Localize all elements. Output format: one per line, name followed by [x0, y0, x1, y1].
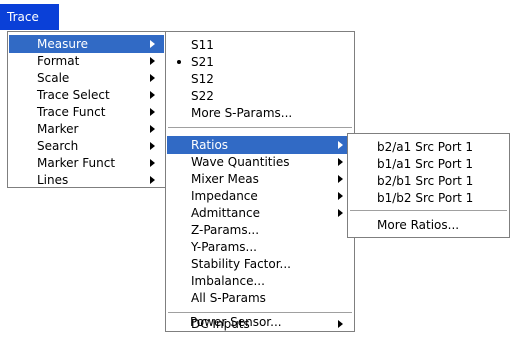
- menu-item-mixer-meas[interactable]: Mixer Meas: [167, 170, 353, 188]
- menu-item-label: b1/b2 Src Port 1: [377, 191, 474, 205]
- ratios-submenu: b2/a1 Src Port 1 b1/a1 Src Port 1 b2/b1 …: [347, 133, 510, 238]
- menubar-trace[interactable]: Trace: [0, 4, 59, 30]
- menu-item-label: Power Sensor...: [190, 315, 282, 329]
- menu-item-label: Y-Params...: [191, 240, 257, 254]
- submenu-arrow-icon: [150, 125, 155, 133]
- menu-item-label: Impedance: [191, 189, 258, 203]
- menu-item-label: Marker: [37, 122, 79, 136]
- menu-item-s11[interactable]: S11: [167, 36, 353, 54]
- menu-item-label: b2/a1 Src Port 1: [377, 140, 474, 154]
- menu-item-scale[interactable]: Scale: [9, 69, 164, 87]
- menu-item-z-params[interactable]: Z-Params...: [167, 221, 353, 239]
- menu-item-format[interactable]: Format: [9, 52, 164, 70]
- screen: Trace Measure Format Scale Trace Select …: [0, 0, 527, 356]
- measure-submenu: S11 S21 S12 S22 More S-Params... Ratios …: [165, 31, 355, 332]
- submenu-arrow-icon: [338, 192, 343, 200]
- menu-item-trace-select[interactable]: Trace Select: [9, 86, 164, 104]
- menu-item-b2-b1[interactable]: b2/b1 Src Port 1: [349, 172, 508, 190]
- menu-item-label: More Ratios...: [377, 218, 460, 232]
- submenu-arrow-icon: [338, 141, 343, 149]
- submenu-arrow-icon: [338, 158, 343, 166]
- menu-item-label: b1/a1 Src Port 1: [377, 157, 474, 171]
- submenu-arrow-icon: [150, 176, 155, 184]
- menu-item-marker-funct[interactable]: Marker Funct: [9, 154, 164, 172]
- submenu-arrow-icon: [150, 142, 155, 150]
- submenu-arrow-icon: [338, 209, 343, 217]
- menu-item-imbalance[interactable]: Imbalance...: [167, 272, 353, 290]
- menu-item-label: Ratios: [191, 138, 229, 152]
- menu-item-s12[interactable]: S12: [167, 70, 353, 88]
- menubar-trace-label: Trace: [7, 10, 39, 24]
- menu-item-marker[interactable]: Marker: [9, 120, 164, 138]
- trace-menu: Measure Format Scale Trace Select Trace …: [7, 31, 166, 188]
- menu-item-label: Trace Select: [37, 88, 110, 102]
- menu-item-label: S11: [191, 38, 214, 52]
- menu-item-label: Admittance: [191, 206, 260, 220]
- menu-item-more-ratios[interactable]: More Ratios...: [349, 216, 508, 234]
- submenu-arrow-icon: [150, 91, 155, 99]
- menu-item-b1-a1[interactable]: b1/a1 Src Port 1: [349, 155, 508, 173]
- menu-item-label: b2/b1 Src Port 1: [377, 174, 474, 188]
- menu-item-measure[interactable]: Measure: [9, 35, 164, 53]
- menu-item-label: S21: [191, 55, 214, 69]
- menu-item-label: Mixer Meas: [191, 172, 259, 186]
- menu-item-label: Scale: [37, 71, 70, 85]
- menu-item-stability-factor[interactable]: Stability Factor...: [167, 255, 353, 273]
- submenu-arrow-icon: [150, 57, 155, 65]
- checked-bullet-icon: [177, 60, 181, 64]
- menu-item-label: Trace Funct: [37, 105, 106, 119]
- menu-separator: [168, 127, 352, 128]
- menu-item-label: S12: [191, 72, 214, 86]
- menu-item-label: All S-Params: [191, 291, 266, 305]
- menu-item-label: Z-Params...: [191, 223, 260, 237]
- menu-item-label: Marker Funct: [37, 156, 116, 170]
- menu-item-impedance[interactable]: Impedance: [167, 187, 353, 205]
- menu-item-search[interactable]: Search: [9, 137, 164, 155]
- menu-item-label: More S-Params...: [191, 106, 293, 120]
- submenu-arrow-icon: [150, 40, 155, 48]
- menu-item-s22[interactable]: S22: [167, 87, 353, 105]
- menu-item-label: Wave Quantities: [191, 155, 290, 169]
- menu-item-label: Measure: [37, 37, 88, 51]
- menu-item-wave-quantities[interactable]: Wave Quantities: [167, 153, 353, 171]
- submenu-arrow-icon: [338, 175, 343, 183]
- submenu-arrow-icon: [150, 74, 155, 82]
- menu-item-label: Lines: [37, 173, 69, 187]
- menu-item-lines[interactable]: Lines: [9, 171, 164, 189]
- menu-item-label: Format: [37, 54, 80, 68]
- menu-separator: [350, 210, 507, 211]
- submenu-arrow-icon: [150, 159, 155, 167]
- menu-item-all-s-params[interactable]: All S-Params: [167, 289, 353, 307]
- submenu-arrow-icon: [150, 108, 155, 116]
- menu-item-b1-b2[interactable]: b1/b2 Src Port 1: [349, 189, 508, 207]
- menu-item-ratios[interactable]: Ratios: [167, 136, 353, 154]
- menu-item-admittance[interactable]: Admittance: [167, 204, 353, 222]
- menu-item-s21[interactable]: S21: [167, 53, 353, 71]
- menu-item-label: Imbalance...: [191, 274, 265, 288]
- menu-item-power-sensor[interactable]: Power Sensor...: [166, 313, 354, 331]
- menu-item-b2-a1[interactable]: b2/a1 Src Port 1: [349, 138, 508, 156]
- menu-item-more-s-params[interactable]: More S-Params...: [167, 104, 353, 122]
- menu-item-label: Stability Factor...: [191, 257, 291, 271]
- menu-item-label: S22: [191, 89, 214, 103]
- menu-item-y-params[interactable]: Y-Params...: [167, 238, 353, 256]
- menu-item-trace-funct[interactable]: Trace Funct: [9, 103, 164, 121]
- menu-item-label: Search: [37, 139, 79, 153]
